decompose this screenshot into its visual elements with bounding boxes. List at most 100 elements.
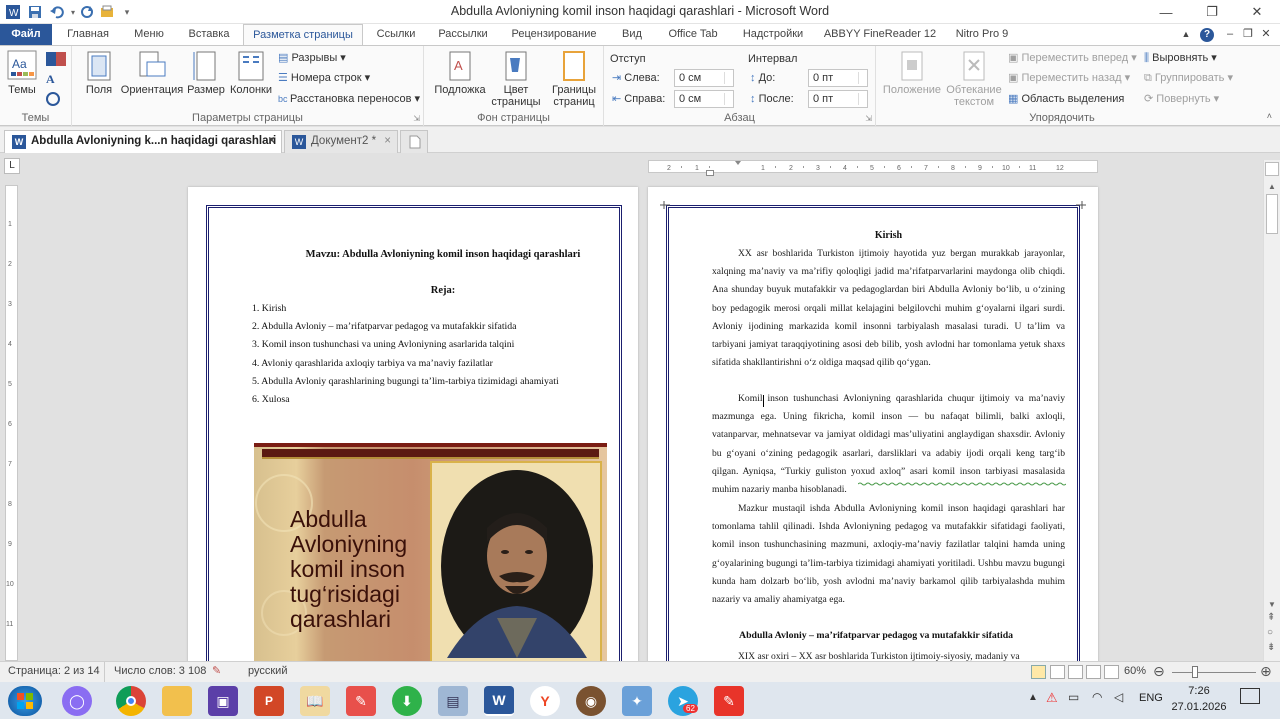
indent-left-input[interactable]: 0 см <box>674 69 734 87</box>
doc-tab-active[interactable]: W Abdulla Avloniyning k...n haqidagi qar… <box>4 130 282 153</box>
tab-references[interactable]: Ссылки <box>368 24 424 45</box>
torrent-icon[interactable]: ⬇ <box>392 686 422 716</box>
hyphenation-button[interactable]: bc Расстановка переносов ▾ <box>278 90 420 108</box>
input-language[interactable]: ENG <box>1139 692 1163 704</box>
breaks-button[interactable]: ▤ Разрывы ▾ <box>278 49 346 67</box>
zoom-out-icon[interactable]: ⊖ <box>1153 663 1165 680</box>
yandex-icon[interactable]: Y <box>530 686 560 716</box>
page-count[interactable]: Страница: 2 из 14 <box>8 665 100 677</box>
minimize-icon[interactable]: — <box>1143 0 1189 24</box>
line-numbers-button[interactable]: ☰ Номера строк ▾ <box>278 69 370 87</box>
scroll-down-icon[interactable]: ▼ <box>1268 600 1276 609</box>
tools-app-icon[interactable]: ✦ <box>622 686 652 716</box>
reader-app-icon[interactable]: 📖 <box>300 686 330 716</box>
full-screen-reading-icon[interactable] <box>1050 665 1065 679</box>
word-count[interactable]: Число слов: 3 108 <box>114 665 206 677</box>
notepad-icon[interactable]: ▤ <box>438 686 468 716</box>
doc-close-icon[interactable]: ✕ <box>1258 24 1274 45</box>
scroll-up-icon[interactable]: ▲ <box>1268 182 1276 191</box>
new-tab-button[interactable] <box>400 130 428 153</box>
outline-icon[interactable] <box>1086 665 1101 679</box>
help-icon[interactable]: ? <box>1198 24 1216 45</box>
close-icon[interactable]: ✕ <box>1234 0 1280 24</box>
theme-fonts-icon[interactable]: A <box>46 72 66 86</box>
intro-paragraph-1[interactable]: XX asr boshlarida Turkiston ijtimoiy hay… <box>712 245 1065 393</box>
paragraph-launcher-icon[interactable]: ⇲ <box>865 114 872 123</box>
tray-expand-icon[interactable]: ▲ <box>1028 692 1038 703</box>
pdf-app-icon[interactable]: ✎ <box>714 686 744 716</box>
horizontal-ruler[interactable]: 21 1234 5678 9 10 11 12 <box>648 160 1098 173</box>
tab-home[interactable]: Главная <box>58 24 118 45</box>
save-app-icon[interactable]: ▣ <box>208 686 238 716</box>
powerpoint-icon[interactable]: P <box>254 686 284 716</box>
clock-date[interactable]: 27.01.2026 <box>1170 701 1228 713</box>
clock-time[interactable]: 7:26 <box>1173 685 1225 697</box>
word-taskbar-icon[interactable]: W <box>484 686 514 716</box>
chrome-icon[interactable] <box>116 686 146 716</box>
ribbon-minimize-icon[interactable]: ˄ <box>1267 111 1272 121</box>
bring-forward-button[interactable]: ▣ Переместить вперед ▾ <box>1008 49 1137 67</box>
left-indent-marker[interactable] <box>706 170 714 176</box>
group-objects-button[interactable]: ⧉ Группировать ▾ <box>1144 69 1233 87</box>
wifi-icon[interactable]: ◠ <box>1092 690 1102 704</box>
selection-pane-button[interactable]: ▦ Область выделения <box>1008 90 1124 108</box>
doc-restore-icon[interactable]: ❐ <box>1240 24 1256 45</box>
restore-icon[interactable]: ❐ <box>1189 0 1235 24</box>
page-borders-button[interactable]: Границы страниц <box>548 50 600 108</box>
doc-tab-close-icon[interactable]: × <box>384 131 391 152</box>
orientation-button[interactable]: Ориентация <box>120 50 184 96</box>
warning-icon[interactable]: ⚠ <box>1046 690 1058 706</box>
scroll-thumb[interactable] <box>1266 194 1278 234</box>
align-button[interactable]: ⫼ Выровнять ▾ <box>1144 49 1217 67</box>
watermark-button[interactable]: A Подложка <box>430 50 490 96</box>
theme-colors-icon[interactable] <box>46 52 66 66</box>
wrap-text-button[interactable]: Обтекание текстом <box>944 50 1004 108</box>
disk-app-icon[interactable]: ◉ <box>576 686 606 716</box>
start-icon[interactable] <box>8 686 42 716</box>
volume-icon[interactable]: ◁ <box>1114 690 1123 704</box>
zoom-slider-thumb[interactable] <box>1192 666 1198 678</box>
browse-object-icon[interactable]: ○ <box>1267 627 1273 638</box>
vertical-scrollbar[interactable]: ▲ ▼ ⇞ ○ ⇟ <box>1263 160 1280 661</box>
ribbon-collapse-icon[interactable]: ▲ <box>1178 24 1194 45</box>
language-indicator[interactable]: русский <box>248 665 287 677</box>
send-backward-button[interactable]: ▣ Переместить назад ▾ <box>1008 69 1130 87</box>
tab-nitro[interactable]: Nitro Pro 9 <box>948 24 1016 45</box>
section-paragraph-1[interactable]: XIX asr oxiri – XX asr boshlarida Turkis… <box>712 648 1065 661</box>
spacing-before-input[interactable]: 0 пт <box>808 69 868 87</box>
zoom-level[interactable]: 60% <box>1124 665 1146 677</box>
proofing-icon[interactable]: ✎ <box>212 664 221 677</box>
zoom-slider[interactable] <box>1172 672 1256 673</box>
doc-minimize-icon[interactable]: – <box>1222 24 1238 45</box>
battery-icon[interactable]: ▭ <box>1068 690 1079 704</box>
position-button[interactable]: Положение <box>880 50 944 96</box>
size-button[interactable]: Размер <box>186 50 226 96</box>
assistant-app-icon[interactable]: ◯ <box>62 686 92 716</box>
margins-button[interactable]: Поля <box>82 50 116 96</box>
page-color-button[interactable]: Цвет страницы <box>490 50 542 108</box>
print-layout-icon[interactable] <box>1031 665 1046 679</box>
columns-button[interactable]: Колонки <box>228 50 274 96</box>
draft-icon[interactable] <box>1104 665 1119 679</box>
tab-file[interactable]: Файл <box>0 24 52 45</box>
cover-image[interactable]: Abdulla Avloniyning komil inson tug‘risi… <box>254 443 607 665</box>
tab-review[interactable]: Рецензирование <box>502 24 606 45</box>
page-1[interactable]: Mavzu: Abdulla Avloniyning komil inson h… <box>188 187 638 675</box>
intro-paragraph-3[interactable]: Mazkur mustaqil ishda Abdulla Avloniynin… <box>712 500 1065 612</box>
tab-selector-icon[interactable]: L <box>4 158 20 174</box>
themes-button[interactable]: Aa Темы <box>4 50 40 96</box>
doc-tab-close-icon[interactable]: × <box>268 131 275 152</box>
tab-insert[interactable]: Вставка <box>180 24 238 45</box>
doc-tab-document2[interactable]: W Документ2 * × <box>284 130 398 153</box>
theme-effects-icon[interactable] <box>46 92 60 106</box>
notifications-icon[interactable] <box>1240 688 1260 704</box>
paint-app-icon[interactable]: ✎ <box>346 686 376 716</box>
tab-abbyy[interactable]: ABBYY FineReader 12 <box>818 24 942 45</box>
tab-addins[interactable]: Надстройки <box>734 24 812 45</box>
indent-right-input[interactable]: 0 см <box>674 90 734 108</box>
next-page-icon[interactable]: ⇟ <box>1267 642 1275 653</box>
spacing-after-input[interactable]: 0 пт <box>808 90 868 108</box>
tab-view[interactable]: Вид <box>612 24 652 45</box>
vertical-ruler[interactable]: 1 2 3 4 5 6 7 8 9 10 11 <box>5 185 18 661</box>
previous-page-icon[interactable]: ⇞ <box>1267 612 1275 623</box>
